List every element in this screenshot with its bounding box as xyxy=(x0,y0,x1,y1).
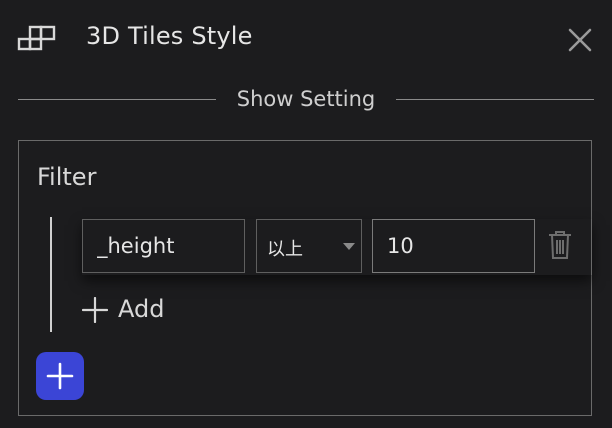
trash-icon[interactable] xyxy=(546,229,574,261)
add-group-button[interactable] xyxy=(36,352,84,400)
chevron-down-icon xyxy=(343,243,355,250)
filter-box: Filter 以上 xyxy=(18,140,592,416)
filter-title: Filter xyxy=(37,163,97,191)
panel-title: 3D Tiles Style xyxy=(86,22,253,50)
panel-header: 3D Tiles Style xyxy=(0,0,612,78)
operator-value: 以上 xyxy=(267,239,303,260)
field-name-input[interactable] xyxy=(82,219,245,273)
value-input[interactable] xyxy=(372,219,535,273)
section-divider-right xyxy=(396,99,594,100)
add-condition-label: Add xyxy=(118,295,165,323)
close-icon[interactable] xyxy=(566,26,594,54)
filter-condition-row: 以上 xyxy=(82,219,592,275)
plus-icon xyxy=(82,297,108,323)
section-divider-left xyxy=(18,99,216,100)
operator-select[interactable]: 以上 xyxy=(256,219,362,273)
tiles-icon xyxy=(17,25,56,51)
3d-tiles-style-panel: 3D Tiles Style Show Setting Filter 以上 xyxy=(0,0,612,428)
plus-icon xyxy=(46,362,74,390)
section-label: Show Setting xyxy=(236,87,376,111)
filter-group-line xyxy=(50,217,52,332)
